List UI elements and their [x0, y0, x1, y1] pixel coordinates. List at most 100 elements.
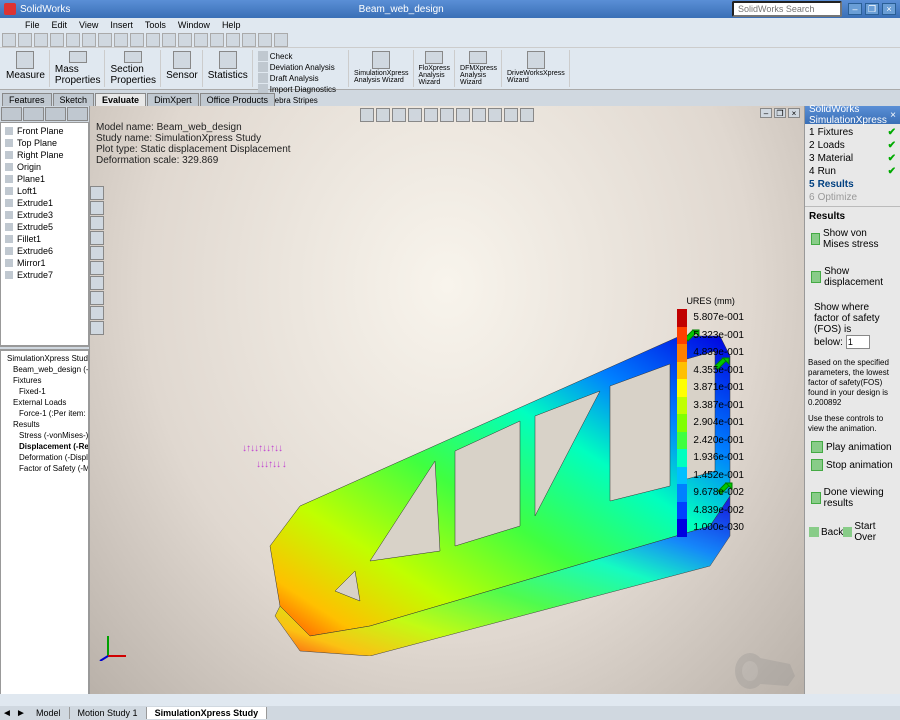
toolbar-icon[interactable] [114, 33, 128, 47]
toolbar-icon[interactable] [146, 33, 160, 47]
tab-office products[interactable]: Office Products [200, 93, 275, 106]
side-tool-icon[interactable] [90, 306, 104, 320]
minimize-button[interactable]: – [848, 3, 862, 15]
sim-tree-item[interactable]: Displacement (-Res disp- [3, 441, 86, 452]
graphics-viewport[interactable]: – ❐ × Model name: Beam_web_design Study … [90, 106, 804, 704]
fm-tab-2[interactable] [23, 107, 44, 121]
sim-tree-item[interactable]: Fixtures [3, 375, 86, 386]
view-tool-icon[interactable] [488, 108, 502, 122]
feature-item[interactable]: Front Plane [3, 125, 86, 137]
feature-item[interactable]: Top Plane [3, 137, 86, 149]
menu-view[interactable]: View [74, 20, 103, 30]
sim-tree-item[interactable]: Force-1 (:Per item: 10000 N [3, 408, 86, 419]
done-viewing-button[interactable]: Done viewing results [809, 485, 896, 511]
sim-tree-item[interactable]: External Loads [3, 397, 86, 408]
view-tool-icon[interactable] [504, 108, 518, 122]
side-tool-icon[interactable] [90, 321, 104, 335]
wizard-step-results[interactable]: 5Results [807, 178, 898, 191]
toolbar-icon[interactable] [162, 33, 176, 47]
tab-evaluate[interactable]: Evaluate [95, 93, 146, 106]
bottom-tab[interactable]: SimulationXpress Study [147, 707, 268, 719]
show-stress-button[interactable]: Show von Mises stress [809, 226, 896, 252]
feature-item[interactable]: Right Plane [3, 149, 86, 161]
ribbon-section[interactable]: SectionProperties [106, 50, 161, 87]
toolbar-icon[interactable] [82, 33, 96, 47]
feature-item[interactable]: Extrude1 [3, 197, 86, 209]
toolbar-icon[interactable] [98, 33, 112, 47]
feature-item[interactable]: Fillet1 [3, 233, 86, 245]
toolbar-icon[interactable] [226, 33, 240, 47]
view-tool-icon[interactable] [440, 108, 454, 122]
side-tool-icon[interactable] [90, 201, 104, 215]
tab-sketch[interactable]: Sketch [53, 93, 95, 106]
menu-tools[interactable]: Tools [140, 20, 171, 30]
show-displacement-button[interactable]: Show displacement [809, 264, 896, 290]
ribbon-statistics[interactable]: Statistics [204, 50, 253, 87]
side-tool-icon[interactable] [90, 276, 104, 290]
toolbar-icon[interactable] [66, 33, 80, 47]
side-tool-icon[interactable] [90, 231, 104, 245]
toolbar-icon[interactable] [210, 33, 224, 47]
ribbon-xpress[interactable]: DriveWorksXpressWizard [503, 50, 570, 87]
view-tool-icon[interactable] [472, 108, 486, 122]
view-tool-icon[interactable] [392, 108, 406, 122]
fm-tab-1[interactable] [1, 107, 22, 121]
sim-tree-item[interactable]: Factor of Safety (-Max vo [3, 463, 86, 474]
maximize-button[interactable]: ❐ [865, 3, 879, 15]
side-tool-icon[interactable] [90, 246, 104, 260]
simulation-tree[interactable]: SimulationXpress Study (-ReducBeam_web_d… [0, 350, 89, 704]
view-tool-icon[interactable] [520, 108, 534, 122]
wizard-step-fixtures[interactable]: 1Fixtures✔ [807, 126, 898, 139]
close-button[interactable]: × [882, 3, 896, 15]
menu-window[interactable]: Window [173, 20, 215, 30]
toolbar-icon[interactable] [242, 33, 256, 47]
toolbar-icon[interactable] [18, 33, 32, 47]
sim-tree-item[interactable]: Fixed-1 [3, 386, 86, 397]
toolbar-icon[interactable] [274, 33, 288, 47]
feature-item[interactable]: Extrude3 [3, 209, 86, 221]
stop-animation-button[interactable]: Stop animation [809, 457, 896, 473]
menu-insert[interactable]: Insert [105, 20, 138, 30]
start-over-button[interactable]: Start Over [843, 521, 896, 543]
toolbar-icon[interactable] [194, 33, 208, 47]
toolbar-icon[interactable] [34, 33, 48, 47]
fm-tab-3[interactable] [45, 107, 66, 121]
sim-tree-item[interactable]: Deformation (-Displacem [3, 452, 86, 463]
view-tool-icon[interactable] [424, 108, 438, 122]
feature-item[interactable]: Extrude7 [3, 269, 86, 281]
ribbon-xpress[interactable]: DFMXpressAnalysisWizard [456, 50, 502, 87]
menu-help[interactable]: Help [217, 20, 246, 30]
feature-item[interactable]: Plane1 [3, 173, 86, 185]
ribbon-xpress[interactable]: SimulationXpressAnalysis Wizard [350, 50, 413, 87]
vp-maximize-icon[interactable]: ❐ [774, 108, 786, 118]
search-input[interactable] [732, 1, 842, 17]
toolbar-icon[interactable] [2, 33, 16, 47]
sim-panel-close-icon[interactable]: × [890, 110, 896, 121]
menu-file[interactable]: File [20, 20, 45, 30]
bottom-tab[interactable]: Model [28, 707, 70, 719]
feature-item[interactable]: Extrude5 [3, 221, 86, 233]
back-button[interactable]: Back [809, 521, 843, 543]
toolbar-icon[interactable] [258, 33, 272, 47]
ribbon-sensor[interactable]: Sensor [162, 50, 203, 87]
menu-edit[interactable]: Edit [47, 20, 73, 30]
toolbar-icon[interactable] [50, 33, 64, 47]
sim-tree-item[interactable]: Stress (-vonMises-) [3, 430, 86, 441]
tab-dimxpert[interactable]: DimXpert [147, 93, 199, 106]
tab-next-icon[interactable]: ► [14, 708, 28, 719]
wizard-step-loads[interactable]: 2Loads✔ [807, 139, 898, 152]
ribbon-deviation-analysis[interactable]: Deviation Analysis [258, 62, 344, 72]
ribbon-mass[interactable]: MassProperties [51, 50, 106, 87]
tab-prev-icon[interactable]: ◄ [0, 708, 14, 719]
side-tool-icon[interactable] [90, 216, 104, 230]
bottom-tab[interactable]: Motion Study 1 [70, 707, 147, 719]
view-tool-icon[interactable] [456, 108, 470, 122]
feature-item[interactable]: Origin [3, 161, 86, 173]
ribbon-draft-analysis[interactable]: Draft Analysis [258, 73, 344, 83]
feature-item[interactable]: Extrude6 [3, 245, 86, 257]
vp-minimize-icon[interactable]: – [760, 108, 772, 118]
side-tool-icon[interactable] [90, 291, 104, 305]
play-animation-button[interactable]: Play animation [809, 439, 896, 455]
sim-tree-item[interactable]: SimulationXpress Study (-Reduc [3, 353, 86, 364]
sim-tree-item[interactable]: Results [3, 419, 86, 430]
